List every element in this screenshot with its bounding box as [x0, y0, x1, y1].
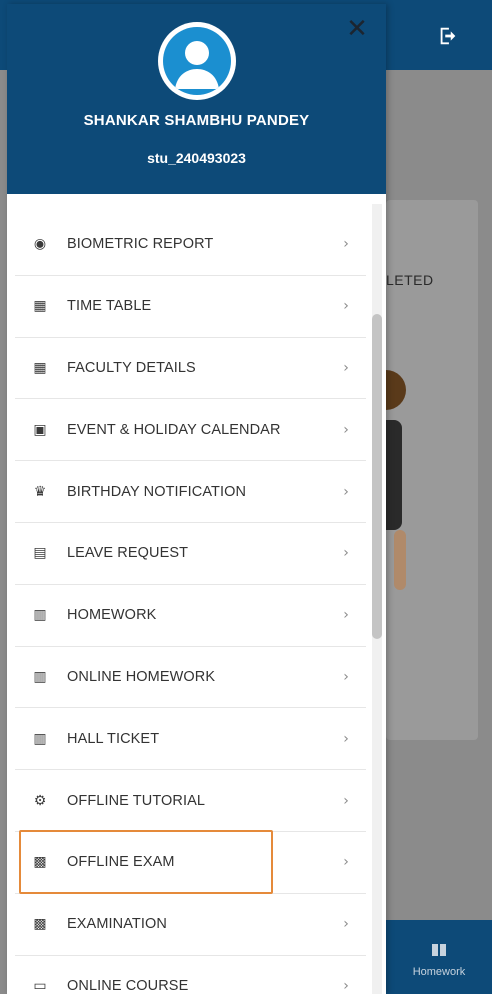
menu-item-label: BIRTHDAY NOTIFICATION [67, 483, 247, 500]
menu-item-online-homework[interactable]: ▥ ONLINE HOMEWORK › [15, 647, 366, 709]
menu-item-leave-request[interactable]: ▤ LEAVE REQUEST › [15, 523, 366, 585]
illustration-body [386, 420, 402, 530]
menu-item-label: OFFLINE EXAM [67, 854, 175, 871]
menu-item-homework[interactable]: ▥ HOMEWORK › [15, 585, 366, 647]
menu-item-label: FACULTY DETAILS [67, 359, 196, 376]
chevron-right-icon: › [343, 977, 349, 994]
chevron-right-icon: › [343, 607, 349, 624]
menu-item-label: EXAMINATION [67, 916, 167, 933]
bottom-nav-homework-label: Homework [412, 965, 466, 978]
menu-item-label: LEAVE REQUEST [67, 545, 189, 562]
user-id: stu_240493023 [147, 150, 246, 166]
menu-item-label: HALL TICKET [67, 730, 160, 747]
book-open-icon: ▥ [33, 668, 47, 685]
laptop-icon: ▭ [33, 977, 47, 994]
menu-item-offline-exam[interactable]: ▩ OFFLINE EXAM › [15, 832, 366, 894]
menu-item-label: OFFLINE TUTORIAL [67, 792, 206, 809]
avatar[interactable] [158, 22, 236, 100]
menu-item-biometric-report[interactable]: ◉ BIOMETRIC REPORT › [15, 214, 366, 276]
book-open-icon: ▥ [33, 730, 47, 747]
menu-item-label: BIOMETRIC REPORT [67, 236, 214, 253]
cake-icon: ♛ [33, 483, 47, 500]
menu-item-offline-tutorial[interactable]: ⚙ OFFLINE TUTORIAL › [15, 770, 366, 832]
bottom-nav-homework[interactable]: Homework [386, 930, 492, 990]
menu-item-label: HOMEWORK [67, 607, 157, 624]
calendar-icon: ▣ [33, 421, 47, 438]
menu-item-examination[interactable]: ▩ EXAMINATION › [15, 894, 366, 956]
chevron-right-icon: › [343, 916, 349, 933]
book-open-icon: ▥ [33, 607, 47, 624]
chevron-right-icon: › [343, 854, 349, 871]
logout-icon [440, 27, 456, 45]
chevron-right-icon: › [343, 483, 349, 500]
user-name: SHANKAR SHAMBHU PANDEY [83, 112, 310, 129]
chevron-right-icon: › [343, 668, 349, 685]
logout-button[interactable] [432, 20, 464, 52]
chevron-right-icon: › [343, 545, 349, 562]
chalkboard-icon: ▩ [33, 854, 47, 871]
menu-item-label: TIME TABLE [67, 298, 152, 315]
menu-item-birthday-notification[interactable]: ♛ BIRTHDAY NOTIFICATION › [15, 461, 366, 523]
drawer-menu: ◉ BIOMETRIC REPORT › ▦ TIME TABLE › ▦ FA… [7, 214, 386, 994]
menu-item-label: ONLINE COURSE [67, 977, 189, 994]
user-silhouette-icon [163, 27, 231, 95]
menu-item-time-table[interactable]: ▦ TIME TABLE › [15, 276, 366, 338]
gear-icon: ⚙ [33, 792, 47, 809]
background-card-text: LETED [386, 272, 434, 288]
menu-item-online-course[interactable]: ▭ ONLINE COURSE › [15, 956, 366, 994]
close-icon: ✕ [346, 14, 368, 44]
menu-item-label: ONLINE HOMEWORK [67, 668, 216, 685]
calendar-grid-icon: ▦ [33, 298, 47, 315]
chevron-right-icon: › [343, 730, 349, 747]
menu-item-hall-ticket[interactable]: ▥ HALL TICKET › [15, 708, 366, 771]
chevron-right-icon: › [343, 792, 349, 809]
menu-item-faculty-details[interactable]: ▦ FACULTY DETAILS › [15, 338, 366, 400]
calendar-grid-icon: ▦ [33, 359, 47, 376]
menu-item-label: EVENT & HOLIDAY CALENDAR [67, 421, 281, 438]
navigation-drawer: ✕ SHANKAR SHAMBHU PANDEY stu_240493023 ◉… [7, 4, 386, 994]
book-open-icon [431, 943, 447, 962]
illustration-leg [394, 530, 406, 590]
chevron-right-icon: › [343, 298, 349, 315]
chevron-right-icon: › [343, 421, 349, 438]
chalkboard-icon: ▩ [33, 916, 47, 933]
calendar-x-icon: ▤ [33, 545, 47, 562]
fingerprint-icon: ◉ [33, 236, 47, 253]
close-drawer-button[interactable]: ✕ [342, 14, 372, 44]
drawer-header: ✕ SHANKAR SHAMBHU PANDEY stu_240493023 [7, 4, 386, 194]
chevron-right-icon: › [343, 236, 349, 253]
menu-item-event-holiday-calendar[interactable]: ▣ EVENT & HOLIDAY CALENDAR › [15, 399, 366, 462]
chevron-right-icon: › [343, 359, 349, 376]
